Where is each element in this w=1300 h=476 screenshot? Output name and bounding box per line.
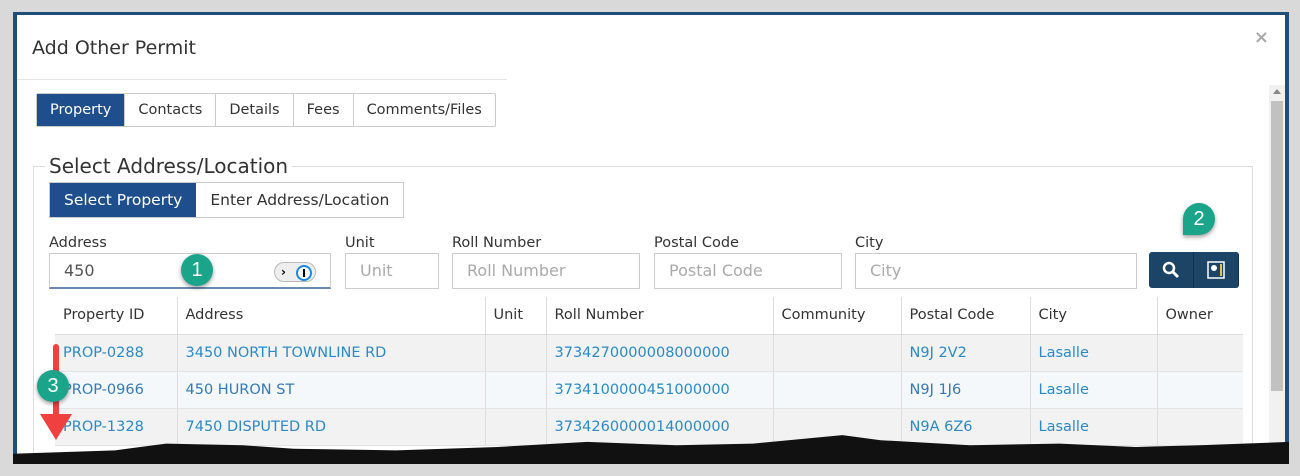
property-id-link[interactable]: PROP-0966 — [55, 371, 178, 409]
city-link[interactable]: Lasalle — [1030, 408, 1158, 446]
unit-label: Unit — [345, 235, 375, 251]
owner-cell — [1157, 334, 1243, 372]
search-icon — [1162, 261, 1180, 279]
postal-code-link[interactable]: N9A 6Z6 — [901, 408, 1031, 446]
divider — [17, 79, 507, 80]
postal-code-link[interactable]: N9J 1J6 — [901, 371, 1031, 409]
scroll-up-icon[interactable] — [1273, 89, 1281, 94]
city-input[interactable]: City — [855, 253, 1137, 289]
tab-select-property[interactable]: Select Property — [50, 183, 197, 217]
search-button[interactable] — [1149, 252, 1194, 288]
col-owner[interactable]: Owner — [1157, 297, 1243, 335]
callout-3: 3 — [37, 370, 69, 402]
col-postal-code[interactable]: Postal Code — [901, 297, 1031, 335]
postal-code-input[interactable]: Postal Code — [654, 253, 842, 289]
col-roll-number[interactable]: Roll Number — [546, 297, 774, 335]
table-row[interactable]: PROP-0288 3450 NORTH TOWNLINE RD 373427000… — [55, 334, 1243, 372]
address-link[interactable]: 450 HURON ST — [177, 371, 486, 409]
password-manager-icon[interactable]: › — [274, 262, 316, 282]
roll-number-label: Roll Number — [452, 235, 542, 251]
tab-contacts[interactable]: Contacts — [125, 94, 217, 126]
property-id-link[interactable]: PROP-0288 — [55, 334, 178, 372]
address-label: Address — [49, 235, 107, 251]
table-row[interactable]: PROP-0966 450 HURON ST 3734100000451000000… — [55, 371, 1243, 409]
screenshot-frame: Add Other Permit × Property Contacts Det… — [13, 12, 1289, 462]
add-permit-modal: Add Other Permit × Property Contacts Det… — [17, 15, 1285, 459]
scrollbar[interactable] — [1269, 85, 1285, 459]
arrow-down-icon — [40, 414, 72, 440]
city-label: City — [855, 235, 884, 251]
postal-code-link[interactable]: N9J 2V2 — [901, 334, 1031, 372]
owner-cell — [1157, 408, 1243, 446]
col-property-id[interactable]: Property ID — [55, 297, 178, 335]
map-button[interactable] — [1194, 252, 1239, 288]
search-buttons — [1149, 252, 1239, 288]
unit-input[interactable]: Unit — [345, 253, 439, 289]
address-value: 450 — [64, 261, 95, 280]
address-mode-tabs: Select Property Enter Address/Location — [49, 182, 405, 218]
section-title: Select Address/Location — [45, 154, 293, 178]
property-id-link[interactable]: PROP-1328 — [55, 408, 178, 446]
tab-fees[interactable]: Fees — [294, 94, 354, 126]
table-row[interactable]: PROP-1328 7450 DISPUTED RD 373426000001400… — [55, 408, 1243, 446]
owner-cell — [1157, 371, 1243, 409]
callout-1: 1 — [181, 254, 213, 286]
tab-property[interactable]: Property — [37, 94, 126, 126]
scroll-thumb[interactable] — [1271, 101, 1283, 391]
tab-enter-address[interactable]: Enter Address/Location — [196, 183, 403, 217]
close-icon[interactable]: × — [1254, 27, 1269, 48]
map-icon — [1207, 261, 1225, 279]
col-community[interactable]: Community — [773, 297, 902, 335]
col-city[interactable]: City — [1030, 297, 1158, 335]
address-link[interactable]: 3450 NORTH TOWNLINE RD — [177, 334, 486, 372]
tab-comments-files[interactable]: Comments/Files — [354, 94, 495, 126]
roll-number-link[interactable]: 3734100000451000000 — [546, 371, 774, 409]
permit-tabs: Property Contacts Details Fees Comments/… — [36, 93, 496, 127]
city-link[interactable]: Lasalle — [1030, 334, 1158, 372]
callout-2: 2 — [1183, 203, 1215, 235]
community-cell — [773, 334, 902, 372]
city-link[interactable]: Lasalle — [1030, 371, 1158, 409]
roll-number-link[interactable]: 3734270000008000000 — [546, 334, 774, 372]
address-link[interactable]: 7450 DISPUTED RD — [177, 408, 486, 446]
unit-cell — [485, 334, 547, 372]
col-address[interactable]: Address — [177, 297, 486, 335]
unit-cell — [485, 408, 547, 446]
property-results-table: Property ID Address Unit Roll Number Com… — [55, 297, 1243, 446]
postal-code-label: Postal Code — [654, 235, 739, 251]
roll-number-link[interactable]: 3734260000014000000 — [546, 408, 774, 446]
tab-details[interactable]: Details — [216, 94, 294, 126]
modal-title: Add Other Permit — [32, 37, 196, 59]
community-cell — [773, 371, 902, 409]
col-unit[interactable]: Unit — [485, 297, 547, 335]
unit-cell — [485, 371, 547, 409]
roll-number-input[interactable]: Roll Number — [452, 253, 640, 289]
